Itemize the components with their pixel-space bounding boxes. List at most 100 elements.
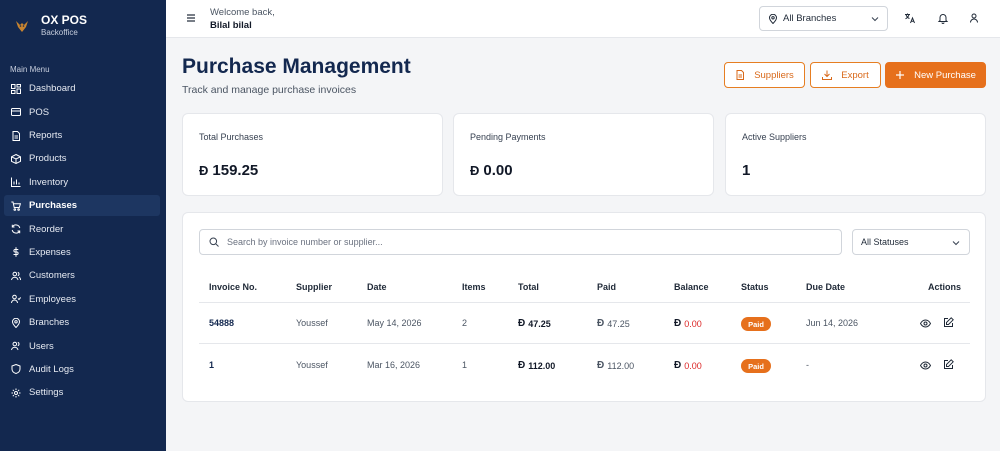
export-button-label: Export	[841, 69, 869, 81]
cell-paid-value: 112.00	[607, 360, 635, 371]
sidebar-item-reports[interactable]: Reports	[4, 125, 160, 147]
sidebar-item-audit-logs[interactable]: Audit Logs	[4, 359, 160, 381]
cell-paid: Ð 47.25	[597, 318, 630, 329]
suppliers-button[interactable]: Suppliers	[724, 62, 805, 88]
currency-symbol: Ð	[518, 360, 526, 371]
cell-total-value: 112.00	[528, 360, 556, 371]
column-header[interactable]: Paid	[597, 282, 616, 292]
eye-icon[interactable]	[920, 318, 931, 329]
column-header[interactable]: Invoice No.	[209, 282, 257, 292]
cell-paid: Ð 112.00	[597, 360, 634, 371]
stat-value: Ð 0.00	[470, 162, 513, 179]
reports-icon	[12, 130, 20, 141]
column-header[interactable]: Items	[462, 282, 486, 292]
sidebar-item-pos[interactable]: POS	[4, 101, 160, 123]
user-icon[interactable]	[968, 12, 980, 24]
customers-icon	[11, 271, 21, 281]
sidebar-item-inventory[interactable]: Inventory	[4, 172, 160, 194]
currency-symbol: Ð	[470, 163, 480, 178]
sidebar-item-users[interactable]: Users	[4, 335, 160, 357]
gear-icon	[11, 388, 21, 398]
search-input[interactable]: Search by invoice number or supplier...	[199, 229, 842, 255]
sidebar-item-products[interactable]: Products	[4, 148, 160, 170]
divider	[199, 343, 970, 344]
currency-symbol: Ð	[674, 318, 682, 329]
sidebar-item-dashboard[interactable]: Dashboard	[4, 78, 160, 100]
sidebar-item-expenses[interactable]: Expenses	[4, 242, 160, 264]
cell-date: May 14, 2026	[367, 318, 422, 328]
map-pin-icon	[768, 13, 778, 24]
divider	[199, 302, 970, 303]
cell-balance: Ð 0.00	[674, 360, 702, 371]
sidebar-item-branches[interactable]: Branches	[4, 312, 160, 334]
sidebar-item-customers[interactable]: Customers	[4, 265, 160, 287]
sidebar-item-label: Customers	[29, 270, 75, 282]
sidebar-item-label: Purchases	[29, 200, 78, 212]
document-icon	[736, 70, 745, 80]
cell-total: Ð 112.00	[518, 360, 555, 371]
cell-date: Mar 16, 2026	[367, 360, 421, 370]
suppliers-button-label: Suppliers	[754, 69, 794, 81]
refresh-icon	[11, 224, 21, 234]
branch-select[interactable]: All Branches	[759, 6, 888, 31]
new-purchase-button[interactable]: New Purchase	[885, 62, 986, 88]
column-header[interactable]: Status	[741, 282, 769, 292]
cell-invoice[interactable]: 1	[209, 360, 214, 370]
stat-label: Total Purchases	[199, 132, 264, 142]
status-badge: Paid	[741, 317, 771, 331]
eye-icon[interactable]	[920, 360, 931, 371]
page-subtitle: Track and manage purchase invoices	[182, 84, 357, 96]
stat-label: Pending Payments	[470, 132, 546, 142]
sidebar-item-settings[interactable]: Settings	[4, 382, 160, 404]
column-header[interactable]: Balance	[674, 282, 709, 292]
dashboard-icon	[11, 83, 21, 94]
cell-balance-value: 0.00	[684, 360, 702, 371]
purchases-panel: Search by invoice number or supplier... …	[182, 212, 986, 402]
search-placeholder: Search by invoice number or supplier...	[227, 237, 383, 247]
cell-balance: Ð 0.00	[674, 318, 702, 329]
sidebar-menu: Dashboard POS Reports Products Inventory…	[4, 78, 160, 405]
plus-icon	[896, 71, 905, 79]
pos-icon	[11, 108, 21, 117]
new-purchase-button-label: New Purchase	[914, 69, 976, 81]
column-header[interactable]: Supplier	[296, 282, 332, 292]
sidebar-item-purchases[interactable]: Purchases	[4, 194, 160, 217]
sidebar-item-employees[interactable]: Employees	[4, 289, 160, 311]
sidebar-item-label: Branches	[29, 317, 70, 329]
sidebar-item-label: Employees	[29, 293, 76, 305]
column-header[interactable]: Date	[367, 282, 387, 292]
column-header[interactable]: Total	[518, 282, 539, 292]
cell-supplier: Youssef	[296, 318, 328, 328]
status-filter-value: All Statuses	[861, 237, 909, 247]
stat-value: 1	[742, 162, 750, 179]
users-icon	[11, 341, 20, 351]
sidebar-item-label: Inventory	[29, 176, 69, 188]
dollar-icon	[13, 247, 19, 258]
brand[interactable]: OX POS Backoffice	[0, 6, 166, 46]
username: Bilal bilal	[210, 20, 252, 31]
status-filter-select[interactable]: All Statuses	[852, 229, 970, 255]
cell-paid-value: 47.25	[607, 318, 630, 329]
export-button[interactable]: Export	[810, 62, 881, 88]
cart-icon	[11, 201, 21, 211]
cell-total-value: 47.25	[528, 318, 551, 329]
sidebar-item-reorder[interactable]: Reorder	[4, 218, 160, 240]
column-header[interactable]: Due Date	[806, 282, 845, 292]
bell-icon[interactable]	[937, 12, 949, 24]
currency-symbol: Ð	[518, 318, 526, 329]
ox-logo-icon	[16, 21, 28, 32]
hamburger-menu-icon[interactable]	[185, 12, 197, 24]
edit-icon[interactable]	[943, 317, 954, 328]
stat-card-total-purchases: Total Purchases Ð 159.25	[182, 113, 443, 196]
brand-name: OX POS	[41, 13, 88, 27]
stat-card-active-suppliers: Active Suppliers 1	[725, 113, 986, 196]
cell-invoice[interactable]: 54888	[209, 318, 234, 328]
page-title: Purchase Management	[182, 55, 411, 78]
sidebar-item-label: Dashboard	[29, 83, 76, 95]
shield-icon	[11, 364, 21, 375]
chevron-down-icon	[952, 241, 960, 246]
edit-icon[interactable]	[943, 359, 954, 370]
stat-value-number: 159.25	[212, 162, 259, 179]
translate-icon[interactable]	[904, 12, 916, 24]
currency-symbol: Ð	[597, 360, 605, 371]
